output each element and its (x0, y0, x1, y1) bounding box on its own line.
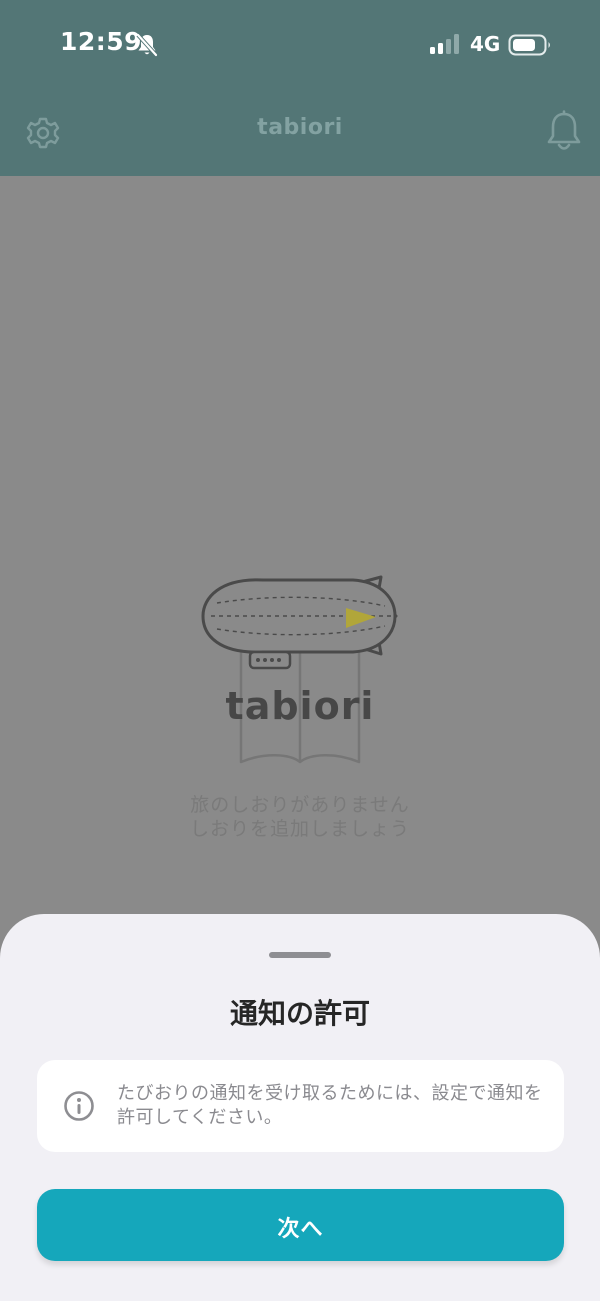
notification-permission-sheet: 通知の許可 たびおりの通知を受け取るためには、設定で通知を許可してください。 次… (0, 914, 600, 1301)
empty-state-message: 旅のしおりがありません (190, 794, 410, 816)
status-time: 12:59 (60, 27, 143, 56)
app-title: tabiori (257, 115, 343, 140)
gear-icon[interactable] (24, 114, 62, 152)
airship-book-illustration (201, 575, 398, 764)
info-card: たびおりの通知を受け取るためには、設定で通知を許可してください。 (37, 1060, 564, 1152)
next-button-label: 次へ (277, 1217, 324, 1242)
empty-state-hint: しおりを追加しましょう (189, 818, 410, 840)
info-circle-icon (64, 1091, 94, 1121)
network-type: 4G (470, 32, 501, 56)
next-button[interactable]: 次へ (37, 1189, 564, 1261)
bell-icon[interactable] (544, 110, 584, 154)
sheet-grabber[interactable] (269, 952, 331, 958)
battery-icon (508, 34, 550, 56)
app-header: 12:59 4G tabiori (0, 0, 600, 176)
cellular-signal-icon (430, 34, 459, 54)
sheet-title: 通知の許可 (229, 997, 370, 1030)
bell-slash-icon (136, 33, 158, 57)
info-message: たびおりの通知を受け取るためには、設定で通知を許可してください。 (117, 1083, 543, 1128)
empty-state-wordmark: tabiori (225, 684, 375, 728)
